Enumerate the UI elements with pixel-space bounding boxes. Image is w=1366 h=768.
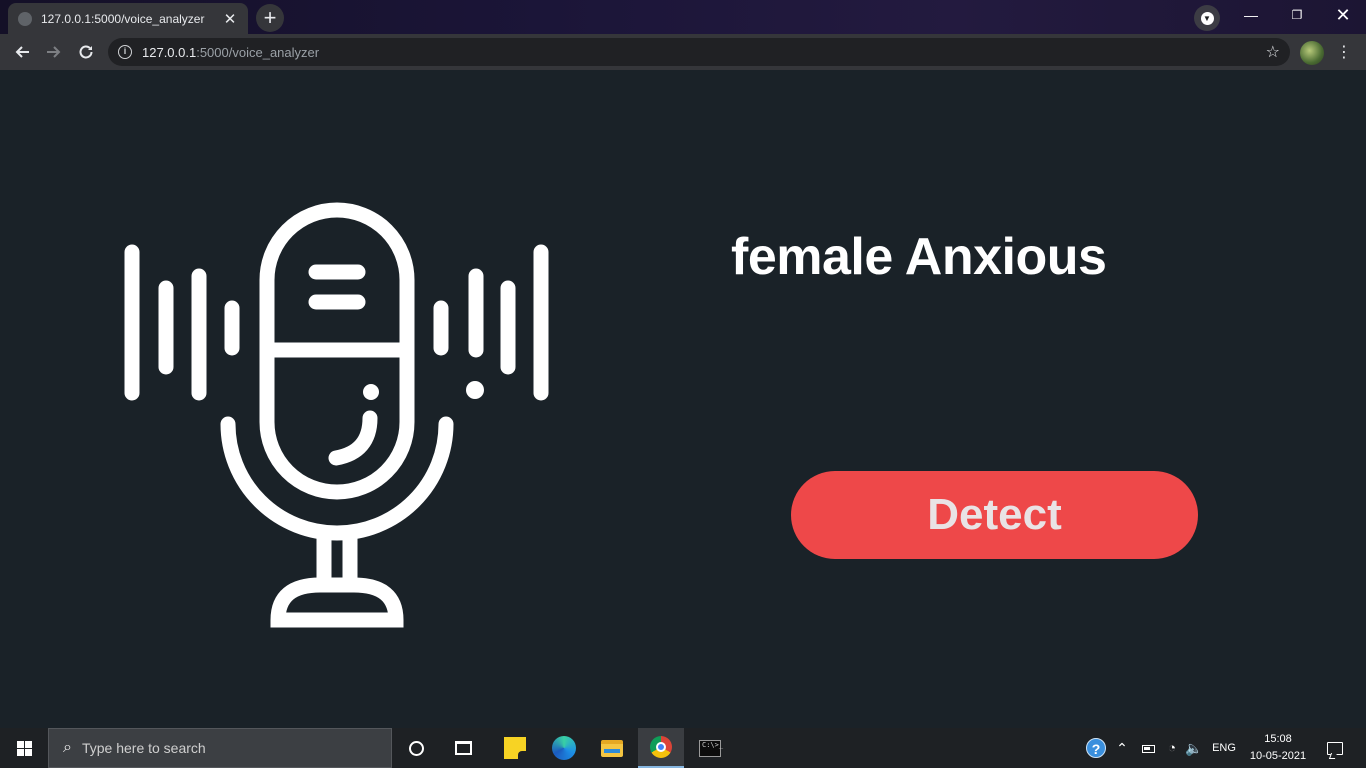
browser-tab[interactable]: 127.0.0.1:5000/voice_analyzer ✕ (8, 3, 248, 34)
search-icon: ⌕ (63, 739, 72, 756)
notification-icon (1327, 741, 1343, 755)
highlight-dot (363, 384, 379, 400)
forward-arrow-icon[interactable] (41, 39, 67, 65)
address-bar[interactable]: i 127.0.0.1:5000/voice_analyzer ☆ (108, 38, 1290, 66)
cortana-button[interactable] (393, 728, 439, 768)
bookmark-star-icon[interactable]: ☆ (1266, 42, 1280, 62)
more-menu-icon[interactable]: ⋮ (1336, 40, 1352, 66)
browser-tab-strip: 127.0.0.1:5000/voice_analyzer ✕ + ▼ — ❐ … (0, 0, 1366, 34)
help-icon[interactable]: ? (1086, 738, 1106, 758)
sound-wave-dot (466, 381, 484, 399)
chevron-down-icon: ▼ (1200, 11, 1214, 25)
reload-icon[interactable] (73, 39, 99, 65)
close-window-button[interactable]: ✕ (1320, 0, 1366, 30)
start-button[interactable] (0, 728, 48, 768)
browser-toolbar: i 127.0.0.1:5000/voice_analyzer ☆ (0, 34, 1366, 70)
clock[interactable]: 15:08 10-05-2021 (1246, 731, 1310, 765)
chrome-icon (650, 736, 672, 758)
windows-taskbar: ⌕ Type here to search C:\>_ ? ⌃ ◔ 🔈 ENG … (0, 728, 1366, 768)
folder-icon (601, 739, 623, 757)
battery-icon[interactable] (1138, 728, 1158, 768)
notification-center-button[interactable] (1320, 728, 1350, 768)
profile-avatar[interactable] (1300, 41, 1324, 65)
voice-analyzer-page: female Anxious Detect (0, 70, 1366, 728)
edge-icon (552, 736, 576, 760)
prediction-result: female Anxious (731, 228, 1107, 286)
language-indicator[interactable]: ENG (1210, 728, 1238, 768)
minimize-button[interactable]: — (1228, 0, 1274, 30)
tab-search-button[interactable]: ▼ (1194, 5, 1220, 31)
clock-time: 15:08 (1264, 733, 1292, 745)
restore-button[interactable]: ❐ (1274, 0, 1320, 30)
clock-date: 10-05-2021 (1249, 750, 1307, 762)
url-host: 127.0.0.1 (142, 44, 197, 60)
task-view-button[interactable] (440, 728, 486, 768)
mic-holder-arc (220, 416, 454, 541)
new-tab-button[interactable]: + (256, 4, 284, 32)
task-view-icon (454, 741, 472, 755)
globe-icon (18, 11, 32, 26)
sticky-notes-app[interactable] (492, 728, 538, 768)
info-icon[interactable]: i (118, 45, 132, 59)
wifi-icon[interactable]: ◔ (1162, 728, 1182, 768)
volume-icon[interactable]: 🔈 (1184, 728, 1204, 768)
windows-logo-icon (17, 741, 32, 756)
chrome-app[interactable] (638, 728, 684, 768)
terminal-icon: C:\>_ (699, 739, 723, 757)
search-placeholder: Type here to search (81, 740, 206, 756)
terminal-app[interactable]: C:\>_ (687, 728, 733, 768)
detect-button[interactable]: Detect (791, 471, 1198, 559)
tab-close-icon[interactable]: ✕ (222, 10, 238, 28)
microphone-icon (124, 202, 549, 628)
edge-app[interactable] (541, 728, 587, 768)
url-path: :5000/voice_analyzer (196, 44, 320, 60)
highlight-curve (328, 410, 378, 466)
taskbar-search-box[interactable]: ⌕ Type here to search (48, 728, 392, 768)
back-arrow-icon[interactable] (9, 39, 35, 65)
cortana-circle-icon (408, 740, 424, 756)
sticky-notes-icon (504, 737, 526, 759)
tab-title: 127.0.0.1:5000/voice_analyzer (41, 11, 205, 26)
show-hidden-icons-chevron[interactable]: ⌃ (1113, 728, 1131, 768)
mic-base (270, 577, 404, 628)
file-explorer-app[interactable] (589, 728, 635, 768)
